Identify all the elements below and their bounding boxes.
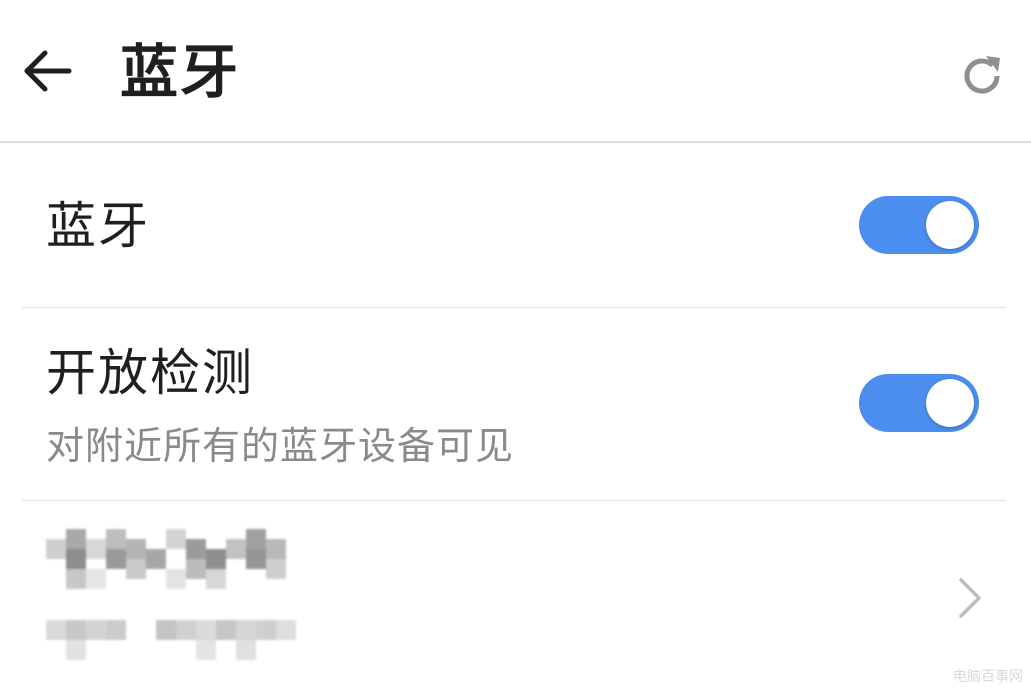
refresh-button[interactable] xyxy=(950,46,1014,110)
refresh-icon xyxy=(956,50,1008,106)
bluetooth-settings-screen: 蓝牙 蓝牙 开放检测 对附近所有的蓝牙设备可见 电脑百事网 xyxy=(0,0,1031,687)
back-button[interactable] xyxy=(14,40,80,106)
device-row[interactable] xyxy=(22,501,1006,687)
device-details-button[interactable] xyxy=(946,574,994,626)
bluetooth-toggle[interactable] xyxy=(859,196,979,254)
page-title: 蓝牙 xyxy=(120,38,241,106)
bluetooth-label: 蓝牙 xyxy=(46,197,150,255)
discoverable-row[interactable]: 开放检测 对附近所有的蓝牙设备可见 xyxy=(22,308,1006,500)
chevron-right-icon xyxy=(956,576,984,624)
discoverable-toggle[interactable] xyxy=(859,374,979,432)
obscured-device-status xyxy=(46,620,296,660)
app-bar: 蓝牙 xyxy=(0,0,1031,143)
toggle-knob xyxy=(926,379,974,427)
watermark-text: 电脑百事网 xyxy=(953,669,1023,685)
bluetooth-row[interactable]: 蓝牙 xyxy=(22,145,1006,307)
obscured-device-name xyxy=(46,529,286,589)
toggle-knob xyxy=(926,201,974,249)
arrow-left-icon xyxy=(21,49,73,97)
discoverable-description: 对附近所有的蓝牙设备可见 xyxy=(46,424,515,468)
discoverable-label: 开放检测 xyxy=(46,344,254,402)
